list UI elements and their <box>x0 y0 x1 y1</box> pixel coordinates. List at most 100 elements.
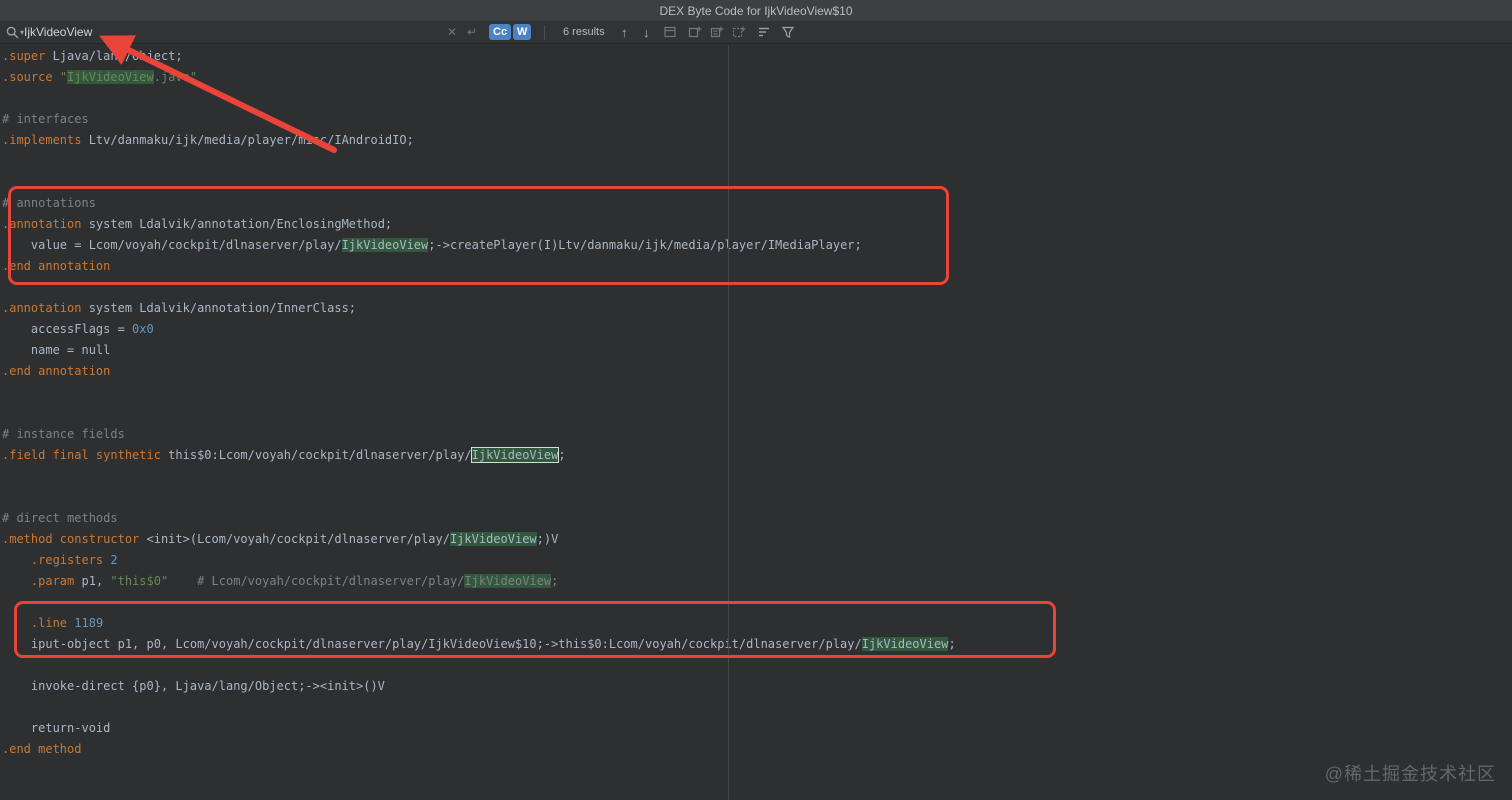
code-segment: "this$0" <box>110 574 169 588</box>
search-toolbar: ▾ IjkVideoView ✕ ↵ Cc W 6 results ↑ ↓ <box>0 21 1512 44</box>
code-segment: .method constructor <box>2 532 140 546</box>
search-results-count: 6 results <box>563 26 605 38</box>
open-in-find-window-icon[interactable] <box>663 21 677 43</box>
code-segment: .source <box>2 70 53 84</box>
code-segment: invoke-direct {p0}, Ljava/lang/Object;->… <box>2 679 385 693</box>
code-segment: ; <box>551 574 559 588</box>
code-line: invoke-direct {p0}, Ljava/lang/Object;->… <box>2 676 1512 697</box>
code-line: name = null <box>2 340 1512 361</box>
code-segment: .java" <box>153 70 198 84</box>
code-line: .end annotation <box>2 256 1512 277</box>
window-title: DEX Byte Code for IjkVideoView$10 <box>659 3 853 18</box>
code-line: .source "IjkVideoView.java" <box>2 67 1512 88</box>
next-occurrence-button[interactable]: ↓ <box>643 21 650 43</box>
code-segment: accessFlags = <box>2 322 133 336</box>
search-match-highlight: IjkVideoView <box>341 238 429 252</box>
code-line: iput-object p1, p0, Lcom/voyah/cockpit/d… <box>2 634 1512 655</box>
code-segment: # annotations <box>2 196 96 210</box>
code-line: .end method <box>2 739 1512 760</box>
code-line: .implements Ltv/danmaku/ijk/media/player… <box>2 130 1512 151</box>
code-segment: .annotation <box>2 217 82 231</box>
window-title-bar: DEX Byte Code for IjkVideoView$10 <box>0 0 1512 21</box>
search-icon <box>6 21 19 43</box>
code-segment: # direct methods <box>2 511 118 525</box>
add-selection-next-occurrence-icon[interactable] <box>688 21 702 43</box>
code-segment: .super <box>2 49 46 63</box>
code-segment: " <box>59 70 68 84</box>
newline-icon[interactable]: ↵ <box>467 21 477 43</box>
code-segment: .implements <box>2 133 82 147</box>
search-match-highlight: IjkVideoView <box>449 532 537 546</box>
search-options-icon[interactable] <box>757 21 771 43</box>
code-segment: p1, <box>74 574 111 588</box>
code-line: .registers 2 <box>2 550 1512 571</box>
filter-icon[interactable] <box>781 21 795 43</box>
code-segment: Ltv/danmaku/ijk/media/player/misc/IAndro… <box>81 133 414 147</box>
code-lines: .super Ljava/lang/Object; .source "IjkVid… <box>0 45 1512 760</box>
toggle-in-selection-icon[interactable] <box>732 21 746 43</box>
toolbar-divider <box>544 25 545 40</box>
code-segment: <init>(Lcom/voyah/cockpit/dlnaserver/pla… <box>139 532 450 546</box>
code-line: # direct methods <box>2 508 1512 529</box>
code-line: value = Lcom/voyah/cockpit/dlnaserver/pl… <box>2 235 1512 256</box>
code-segment: value = Lcom/voyah/cockpit/dlnaserver/pl… <box>2 238 342 252</box>
code-line: .end annotation <box>2 361 1512 382</box>
code-line: accessFlags = 0x0 <box>2 319 1512 340</box>
code-segment: .end annotation <box>2 364 111 378</box>
code-segment: .registers <box>30 553 104 567</box>
code-line: .annotation system Ldalvik/annotation/In… <box>2 298 1512 319</box>
code-line: # instance fields <box>2 424 1512 445</box>
words-toggle[interactable]: W <box>513 24 532 40</box>
search-match-current: IjkVideoView <box>470 447 560 463</box>
code-segment: this$0:Lcom/voyah/cockpit/dlnaserver/pla… <box>160 448 472 462</box>
code-segment: .end method <box>2 742 82 756</box>
code-segment: .param <box>30 574 75 588</box>
code-segment: system Ldalvik/annotation/EnclosingMetho… <box>81 217 393 231</box>
code-line: .line 1189 <box>2 613 1512 634</box>
code-segment: 1189 <box>74 616 104 630</box>
code-segment: name = null <box>2 343 111 357</box>
close-search-icon[interactable]: ✕ <box>447 21 457 43</box>
code-line: .super Ljava/lang/Object; <box>2 46 1512 67</box>
code-segment: .end annotation <box>2 259 111 273</box>
code-segment: ; <box>948 637 956 651</box>
select-all-occurrences-icon[interactable] <box>710 21 724 43</box>
bytecode-editor[interactable]: .super Ljava/lang/Object; .source "IjkVid… <box>0 45 1512 800</box>
code-line: .annotation system Ldalvik/annotation/En… <box>2 214 1512 235</box>
watermark: @稀土掘金技术社区 <box>1324 764 1496 784</box>
code-segment: # Lcom/voyah/cockpit/dlnaserver/play/ <box>197 574 465 588</box>
search-match-highlight: IjkVideoView <box>67 70 154 84</box>
code-segment: ; <box>558 448 566 462</box>
code-segment: Ljava/lang/Object; <box>45 49 183 63</box>
search-match-highlight: IjkVideoView <box>464 574 552 588</box>
code-line: .field final synthetic this$0:Lcom/voyah… <box>2 445 1512 466</box>
code-line: # annotations <box>2 193 1512 214</box>
code-segment: 2 <box>110 553 118 567</box>
search-match-highlight: IjkVideoView <box>861 637 949 651</box>
search-input[interactable]: IjkVideoView <box>24 21 92 43</box>
code-segment: 0x0 <box>132 322 154 336</box>
code-segment: .field final synthetic <box>2 448 161 462</box>
code-line: .param p1, "this$0" # Lcom/voyah/cockpit… <box>2 571 1512 592</box>
code-segment: system Ldalvik/annotation/InnerClass; <box>81 301 357 315</box>
match-case-toggle[interactable]: Cc <box>489 24 512 40</box>
code-line: # interfaces <box>2 109 1512 130</box>
code-segment: ;->createPlayer(I)Ltv/danmaku/ijk/media/… <box>428 238 862 252</box>
code-segment: .line <box>30 616 68 630</box>
previous-occurrence-button[interactable]: ↑ <box>621 21 628 43</box>
